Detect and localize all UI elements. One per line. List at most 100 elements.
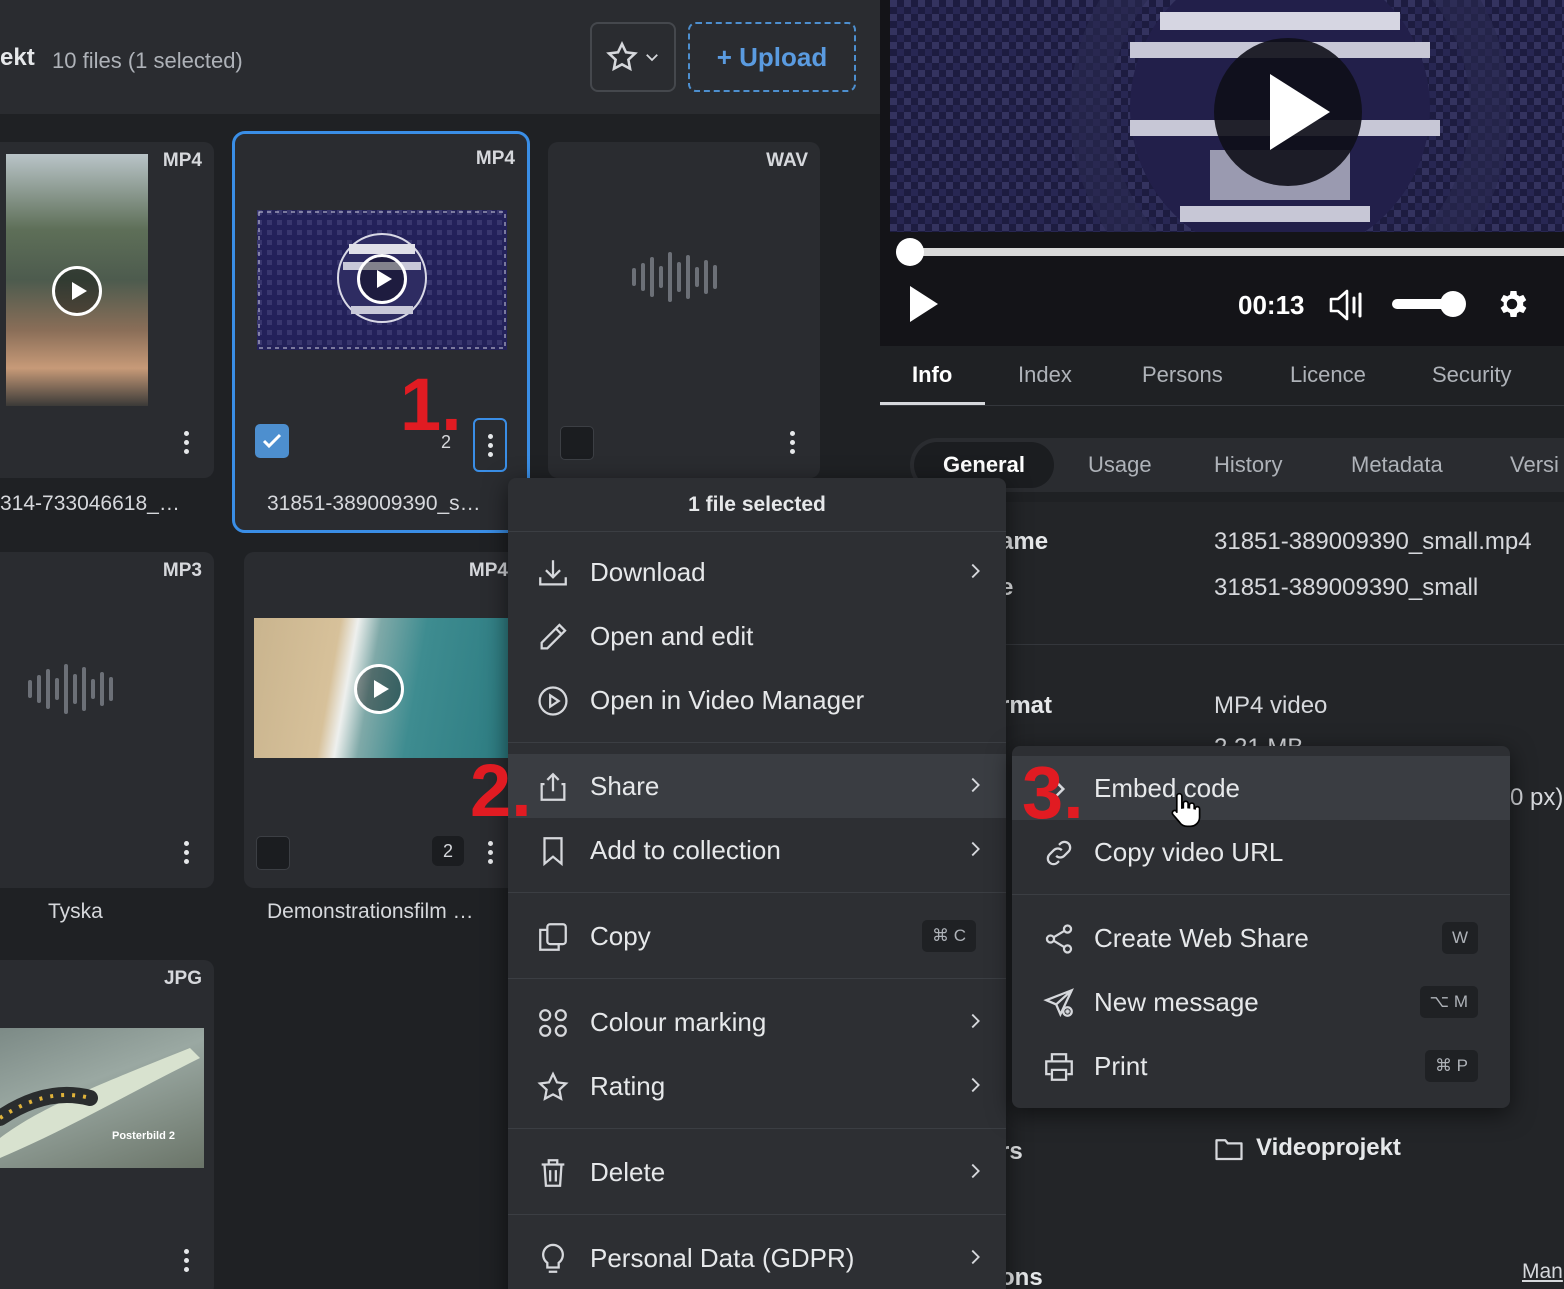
menu-item-open-in-video-manager[interactable]: Open in Video Manager — [508, 668, 1006, 732]
volume-slider[interactable] — [1392, 291, 1466, 317]
menu-divider — [508, 978, 1006, 979]
share-icon — [540, 772, 566, 801]
video-thumbnail[interactable] — [257, 210, 507, 350]
share-nodes-icon — [1045, 924, 1073, 954]
file-card[interactable]: WAV — [548, 142, 820, 478]
file-card-selected[interactable]: MP4 2 — [232, 131, 530, 533]
tab-security[interactable]: Security — [1432, 362, 1511, 388]
file-checkbox-checked[interactable] — [255, 424, 289, 458]
file-name[interactable]: Demonstrationsfilm … — [267, 900, 474, 924]
detail-tabs: Info Index Persons Licence Security — [880, 346, 1564, 406]
play-icon[interactable] — [357, 254, 407, 304]
file-type-badge: MP4 — [475, 148, 515, 169]
submenu-item-embed-code[interactable]: Embed code — [1012, 756, 1510, 820]
video-player[interactable]: 00:13 — [880, 0, 1564, 346]
chevron-right-icon — [971, 1163, 980, 1179]
favorite-filter-button[interactable] — [590, 22, 676, 92]
menu-item-copy[interactable]: Copy ⌘ C — [508, 904, 1006, 968]
copy-icon — [539, 923, 567, 951]
subtab-history[interactable]: History — [1214, 452, 1282, 478]
file-name[interactable]: 31851-389009390_s… — [267, 492, 481, 516]
file-name[interactable]: Tyska — [48, 900, 103, 924]
subtab-usage[interactable]: Usage — [1088, 452, 1152, 478]
more-options-icon[interactable] — [476, 830, 504, 874]
menu-item-personal-data[interactable]: Personal Data (GDPR) — [508, 1226, 1006, 1289]
menu-item-label: Open in Video Manager — [590, 684, 865, 715]
file-name[interactable]: 314-733046618_… — [0, 492, 180, 516]
subtab-versions[interactable]: Versi — [1510, 452, 1559, 478]
colour-dots-icon — [539, 1009, 567, 1037]
tab-index[interactable]: Index — [1018, 362, 1072, 388]
menu-item-label: Personal Data (GDPR) — [590, 1242, 855, 1273]
volume-handle[interactable] — [1440, 291, 1466, 317]
play-icon[interactable] — [52, 266, 102, 316]
submenu-item-print[interactable]: Print ⌘ P — [1012, 1034, 1510, 1098]
upload-button[interactable]: + Upload — [688, 22, 856, 92]
file-checkbox[interactable] — [560, 426, 594, 460]
video-thumbnail[interactable] — [254, 618, 520, 758]
menu-item-label: Colour marking — [590, 1006, 767, 1037]
audio-waveform-icon — [632, 252, 717, 302]
gear-icon[interactable] — [1494, 286, 1530, 322]
more-options-icon[interactable] — [473, 418, 507, 472]
more-options-icon[interactable] — [172, 1238, 200, 1282]
menu-divider — [508, 1128, 1006, 1129]
submenu-item-label: Print — [1094, 1050, 1148, 1081]
file-card[interactable]: MP4 — [0, 142, 214, 478]
subtab-metadata[interactable]: Metadata — [1351, 452, 1443, 478]
submenu-item-create-web-share[interactable]: Create Web Share W — [1012, 906, 1510, 970]
menu-item-add-to-collection[interactable]: Add to collection — [508, 818, 1006, 882]
chevron-down-icon — [646, 54, 658, 62]
tab-licence[interactable]: Licence — [1290, 362, 1366, 388]
dimensions-value: 0 px) — [1510, 784, 1564, 811]
more-options-icon[interactable] — [172, 830, 200, 874]
image-thumbnail[interactable]: Posterbild 2 — [0, 1028, 204, 1168]
pencil-icon — [540, 623, 567, 650]
submenu-item-copy-video-url[interactable]: Copy video URL — [1012, 820, 1510, 884]
chevron-right-icon — [971, 1077, 980, 1093]
menu-divider — [508, 742, 1006, 743]
menu-item-share[interactable]: Share — [508, 754, 1006, 818]
file-card[interactable]: MP3 — [0, 552, 214, 888]
menu-item-delete[interactable]: Delete — [508, 1140, 1006, 1204]
divider — [1000, 644, 1564, 645]
folder-link[interactable]: Videoprojekt — [1256, 1134, 1401, 1162]
file-card[interactable]: JPG Posterbild 2 — [0, 960, 214, 1289]
sub-tabs: General Usage History Metadata Versi — [910, 438, 1564, 492]
shortcut-badge: ⌘ C — [922, 920, 976, 952]
tab-info[interactable]: Info — [912, 362, 952, 388]
file-card[interactable]: MP4 2 — [244, 552, 520, 888]
context-menu: 1 file selected Download Open and edit O… — [508, 478, 1006, 1289]
shortcut-badge: ⌥ M — [1419, 986, 1478, 1018]
step-annotation-3: 3. — [1022, 751, 1084, 834]
chevron-right-icon — [971, 1013, 980, 1029]
chevron-right-icon — [971, 841, 980, 857]
download-icon — [539, 560, 567, 586]
format-value: MP4 video — [1214, 692, 1328, 719]
file-checkbox[interactable] — [256, 836, 290, 870]
menu-item-colour-marking[interactable]: Colour marking — [508, 990, 1006, 1054]
collections-label: ons — [1000, 1264, 1043, 1289]
menu-item-rating[interactable]: Rating — [508, 1054, 1006, 1118]
tab-persons[interactable]: Persons — [1142, 362, 1223, 388]
chevron-right-icon — [971, 563, 980, 579]
breadcrumb[interactable]: ekt — [0, 44, 35, 72]
title-value: 31851-389009390_small — [1214, 574, 1479, 601]
seek-bar[interactable] — [896, 238, 1564, 266]
submenu-item-new-message[interactable]: New message ⌥ M — [1012, 970, 1510, 1034]
menu-item-download[interactable]: Download — [508, 540, 1006, 604]
chevron-right-icon — [971, 1249, 980, 1265]
video-thumbnail[interactable] — [6, 154, 148, 406]
more-options-icon[interactable] — [778, 420, 806, 464]
volume-icon[interactable] — [1328, 288, 1368, 322]
audio-waveform-icon — [28, 664, 113, 714]
link-icon — [1046, 840, 1072, 866]
play-icon[interactable] — [354, 664, 404, 714]
menu-item-open-and-edit[interactable]: Open and edit — [508, 604, 1006, 668]
play-icon[interactable] — [910, 286, 938, 322]
more-options-icon[interactable] — [172, 420, 200, 464]
seek-handle[interactable] — [896, 238, 924, 266]
file-name-value: 31851-389009390_small.mp4 — [1214, 528, 1532, 555]
send-icon — [1043, 988, 1074, 1018]
manage-link[interactable]: Man — [1522, 1260, 1563, 1284]
